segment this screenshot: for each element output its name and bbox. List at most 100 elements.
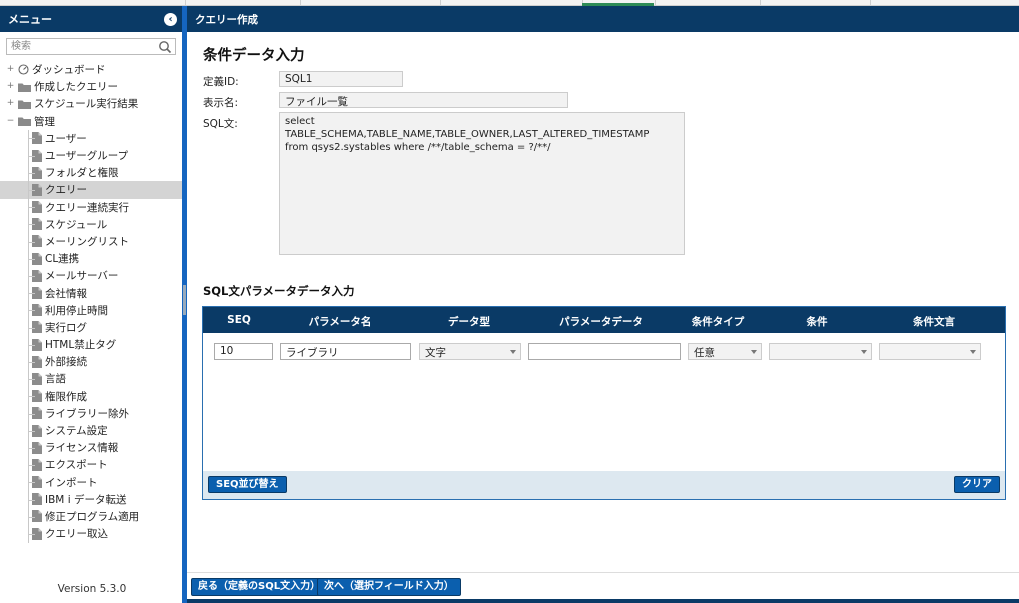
- tree-connector: [28, 396, 35, 398]
- sidebar-title: メニュー: [8, 13, 52, 26]
- sidebar-item-label: インポート: [45, 476, 98, 489]
- dashboard-icon: [18, 64, 29, 75]
- tree-connector: [28, 129, 29, 543]
- next-button[interactable]: 次へ（選択フィールド入力）: [317, 578, 461, 596]
- collapse-icon[interactable]: −: [6, 116, 15, 126]
- sidebar-item-label: クエリー取込: [45, 528, 108, 541]
- sidebar-item[interactable]: + ダッシュボード: [0, 61, 183, 78]
- data-type-value: 文字: [425, 347, 446, 359]
- footer-bar: 戻る（定義のSQL文入力） 次へ（選択フィールド入力）: [187, 572, 1019, 603]
- tree-connector: [28, 413, 35, 415]
- chevron-down-icon: [970, 350, 976, 354]
- chevron-down-icon: [510, 350, 516, 354]
- sidebar-item-label: 言語: [45, 373, 66, 386]
- sidebar-item-label: CL連携: [45, 253, 80, 266]
- chevron-down-icon: [861, 350, 867, 354]
- sidebar-item[interactable]: − 管理: [0, 113, 183, 130]
- sidebar-item-label: 外部接続: [45, 356, 87, 369]
- column-header-condition-text: 条件文言: [913, 316, 955, 328]
- tree-connector: [28, 465, 35, 467]
- tree-connector: [28, 155, 35, 157]
- sidebar-item[interactable]: + 作成したクエリー: [0, 78, 183, 95]
- column-header-condition: 条件: [806, 316, 828, 328]
- sidebar-item-label: 修正プログラム適用: [45, 510, 140, 523]
- condition-select[interactable]: [769, 343, 872, 360]
- sidebar-item-label: IBM i データ転送: [45, 493, 127, 506]
- sidebar-item-label: ユーザー: [45, 132, 87, 145]
- param-data-input[interactable]: [528, 343, 681, 360]
- column-header-param-name: パラメータ名: [308, 316, 372, 328]
- splitter-handle[interactable]: [183, 285, 186, 315]
- sidebar-item-label: メールサーバー: [45, 270, 119, 283]
- sidebar-search: [6, 38, 176, 55]
- display-name-label: 表示名:: [203, 97, 239, 109]
- search-input[interactable]: [7, 39, 175, 54]
- condition-type-value: 任意: [694, 347, 715, 359]
- tree-connector: [28, 190, 35, 191]
- seq-input[interactable]: 10: [214, 343, 273, 360]
- definition-id-label: 定義ID:: [203, 76, 239, 88]
- version-label: Version 5.3.0: [57, 583, 127, 595]
- definition-id-field[interactable]: SQL1: [279, 71, 403, 87]
- sidebar-item-label: メーリングリスト: [45, 235, 129, 248]
- condition-type-select[interactable]: 任意: [688, 343, 762, 360]
- sidebar-item-label: スケジュール実行結果: [34, 98, 139, 111]
- column-header-condition-type: 条件タイプ: [691, 316, 745, 328]
- sidebar-item-label: システム設定: [45, 425, 108, 438]
- sidebar-item[interactable]: + スケジュール実行結果: [0, 95, 183, 112]
- tree-connector: [28, 430, 35, 432]
- sidebar-item-label: 権限作成: [45, 390, 87, 403]
- tree-connector: [28, 344, 35, 346]
- tree-connector: [28, 448, 35, 449]
- expand-icon[interactable]: +: [6, 99, 15, 108]
- tree-connector: [28, 224, 35, 226]
- tree-connector: [28, 276, 35, 277]
- tree-connector: [28, 293, 35, 295]
- sql-label: SQL文:: [203, 118, 238, 130]
- sidebar-header: メニュー ‹: [0, 6, 183, 32]
- sidebar-item-label: スケジュール: [45, 218, 108, 231]
- search-icon[interactable]: [158, 40, 172, 54]
- sidebar: メニュー ‹ + ダッシュボード + 作成したクエリー + スケジュール実行結果 − 管理ユー…: [0, 6, 184, 603]
- sidebar-item-label: 利用停止時間: [45, 304, 108, 317]
- footer-accent-line: [187, 599, 1019, 603]
- clear-button[interactable]: クリア: [954, 476, 1000, 493]
- seq-sort-button[interactable]: SEQ並び替え: [208, 476, 287, 493]
- param-name-input[interactable]: ライブラリ: [280, 343, 411, 360]
- sidebar-item-label: ユーザーグループ: [45, 150, 129, 163]
- tree-connector: [28, 499, 35, 501]
- sidebar-item-label: 作成したクエリー: [34, 81, 118, 94]
- table-row: 10 ライブラリ 文字 任意: [203, 343, 1005, 361]
- condition-text-select[interactable]: [879, 343, 981, 360]
- data-type-select[interactable]: 文字: [419, 343, 521, 360]
- tree-connector: [28, 379, 35, 381]
- folder-icon: [18, 117, 31, 127]
- param-table-footer: SEQ並び替え クリア: [203, 471, 1005, 499]
- sidebar-item-label: ライセンス情報: [45, 442, 119, 455]
- expand-icon[interactable]: +: [6, 65, 15, 74]
- sql-textarea[interactable]: select TABLE_SCHEMA,TABLE_NAME,TABLE_OWN…: [279, 112, 685, 255]
- tree-connector: [28, 516, 35, 518]
- sidebar-item-label: 管理: [34, 115, 55, 128]
- display-name-field[interactable]: ファイル一覧: [279, 92, 568, 108]
- sidebar-item-label: クエリー: [45, 184, 87, 197]
- tree-connector: [28, 241, 35, 243]
- sidebar-item-label: 会社情報: [45, 287, 87, 300]
- sidebar-item-label: フォルダと権限: [45, 167, 119, 180]
- page-header: クエリー作成: [187, 6, 1019, 32]
- param-section-title: SQL文パラメータデータ入力: [203, 284, 355, 298]
- sidebar-item-label: ライブラリー除外: [45, 407, 129, 420]
- tree-connector: [28, 362, 35, 363]
- tree-connector: [28, 534, 35, 535]
- expand-icon[interactable]: +: [6, 82, 15, 91]
- main-content: クエリー作成 条件データ入力 定義ID: SQL1 表示名: ファイル一覧 SQ…: [187, 6, 1019, 603]
- menu-tree: + ダッシュボード + 作成したクエリー + スケジュール実行結果 − 管理 ユーザー ユーザーグ…: [0, 61, 183, 543]
- tree-connector: [28, 207, 35, 209]
- column-header-param-data: パラメータデータ: [559, 316, 643, 328]
- column-header-seq: SEQ: [227, 314, 251, 326]
- tree-connector: [28, 327, 35, 329]
- chevron-left-icon[interactable]: ‹: [164, 12, 177, 26]
- param-table-panel: SEQ パラメータ名 データ型 パラメータデータ 条件タイプ 条件 条件文言 1…: [202, 306, 1006, 500]
- folder-icon: [18, 83, 31, 92]
- back-button[interactable]: 戻る（定義のSQL文入力）: [191, 578, 328, 596]
